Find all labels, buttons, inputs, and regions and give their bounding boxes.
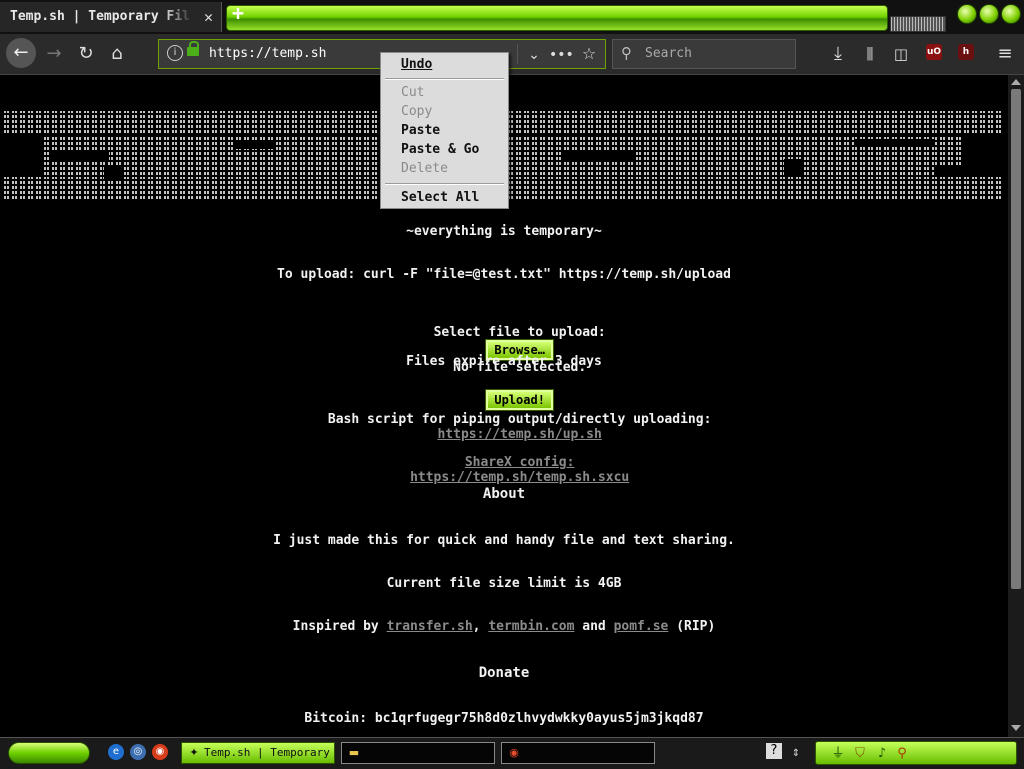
menu-item-paste-go[interactable]: Paste & Go <box>401 142 479 157</box>
tab-bar: Temp.sh | Temporary File Sharing ✕ + <box>0 0 1024 34</box>
transfer-sh-link[interactable]: transfer.sh <box>387 619 473 634</box>
termbin-link[interactable]: termbin.com <box>488 619 574 634</box>
bitcoin-address: Bitcoin: bc1qrfugegr75h8d0zlhvydwkky0ayu… <box>304 711 704 726</box>
inspired-suffix: (RIP) <box>676 619 716 634</box>
sharex-config-link[interactable]: https://temp.sh/temp.sh.sxcu <box>410 470 629 485</box>
task-label: Temp.sh | Temporary File Sharing <box>204 746 334 759</box>
menu-item-delete[interactable]: Delete <box>401 161 448 176</box>
menu-item-undo[interactable]: Undo <box>401 57 432 72</box>
library-icon[interactable]: ⫼ <box>858 42 882 66</box>
help-icon[interactable]: ? <box>766 743 782 759</box>
new-tab-icon[interactable]: + <box>232 1 244 25</box>
url-separator <box>517 44 518 64</box>
tab-strip-bar <box>226 5 888 31</box>
page-actions-icon[interactable]: ••• <box>549 43 574 67</box>
inspired-prefix: Inspired by <box>292 619 379 634</box>
menu-separator <box>385 78 504 80</box>
taskbar-task-chrome[interactable]: ◉ <box>501 742 655 764</box>
menu-item-cut[interactable]: Cut <box>401 85 424 100</box>
url-text[interactable]: https://temp.sh <box>209 46 326 61</box>
menu-icon[interactable]: ≡ <box>993 42 1017 66</box>
select-file-label: Select file to upload: <box>433 325 606 340</box>
sharex-label-link[interactable]: ShareX config: <box>465 455 575 470</box>
close-tab-icon[interactable]: ✕ <box>204 8 213 26</box>
close-window-button[interactable] <box>1001 4 1021 24</box>
navigation-toolbar: ← → ↻ ⌂ i https://temp.sh ⌄ ••• ☆ ⚲ Sear… <box>0 34 1024 75</box>
scroll-down-icon[interactable] <box>1011 725 1021 731</box>
pomf-link[interactable]: pomf.se <box>614 619 669 634</box>
search-placeholder: Search <box>645 46 692 61</box>
scrollbar-thumb[interactable] <box>1011 89 1021 589</box>
forward-icon[interactable]: → <box>42 42 66 66</box>
window-grip[interactable] <box>890 16 946 32</box>
info-icon[interactable]: i <box>167 45 183 61</box>
start-button[interactable] <box>8 742 90 764</box>
taskbar-task-firefox[interactable]: ✦ Temp.sh | Temporary File Sharing <box>181 742 335 764</box>
vertical-scrollbar[interactable] <box>1008 75 1024 737</box>
firefox-task-icon: ✦ <box>189 746 199 759</box>
menu-separator <box>385 183 504 185</box>
extension-icon[interactable]: h <box>958 44 974 60</box>
ublock-icon[interactable]: uO <box>926 44 942 60</box>
sidebar-icon[interactable]: ◫ <box>889 42 913 66</box>
search-tray-icon[interactable]: ⚲ <box>890 742 914 766</box>
inspired-and: and <box>582 619 606 634</box>
bookmark-star-icon[interactable]: ☆ <box>577 42 601 66</box>
search-input[interactable]: ⚲ Search <box>612 39 796 69</box>
donate-heading: Donate <box>478 665 530 681</box>
home-icon[interactable]: ⌂ <box>105 42 129 66</box>
about-heading: About <box>482 486 526 502</box>
search-icon: ⚲ <box>621 44 632 62</box>
about-text: I just made this for quick and handy fil… <box>273 533 735 548</box>
minimize-button[interactable] <box>957 4 977 24</box>
download-icon[interactable]: ⤓ <box>826 42 850 66</box>
scroll-up-icon[interactable] <box>1011 79 1021 85</box>
tab-active[interactable]: Temp.sh | Temporary File Sharing ✕ <box>0 2 222 32</box>
shield-icon[interactable]: ⛉ <box>848 742 872 766</box>
size-limit-text: Current file size limit is 4GB <box>386 576 622 591</box>
tab-fade <box>163 2 193 32</box>
context-menu: Undo Cut Copy Paste Paste & Go Delete Se… <box>380 52 509 209</box>
bash-label: Bash script for piping output/directly u… <box>327 412 712 427</box>
inspired-line: Inspired by transfer.sh, termbin.com and… <box>0 619 1008 634</box>
chrome-task-icon: ◉ <box>509 746 519 759</box>
network-icon[interactable]: ⏚ <box>826 742 850 766</box>
lock-icon[interactable] <box>187 41 199 56</box>
menu-item-copy[interactable]: Copy <box>401 104 432 119</box>
taskbar-task-folder[interactable]: ▬ <box>341 742 495 764</box>
scroll-arrows-icon[interactable]: ⇕ <box>790 742 802 766</box>
maximize-button[interactable] <box>979 4 999 24</box>
dropdown-icon[interactable]: ⌄ <box>522 43 546 67</box>
expire-text: Files expire after 3 days <box>406 354 602 369</box>
menu-item-paste[interactable]: Paste <box>401 123 440 138</box>
menu-item-select-all[interactable]: Select All <box>401 190 479 205</box>
back-icon[interactable]: ← <box>6 38 36 68</box>
system-tray: ⏚ ⛉ ♪ ⚲ <box>815 741 1017 765</box>
tagline: ~everything is temporary~ <box>406 224 602 239</box>
ie-icon[interactable]: e <box>108 744 124 760</box>
inspired-comma: , <box>472 619 481 634</box>
upload-command: To upload: curl -F "file=@test.txt" http… <box>277 267 731 282</box>
reload-icon[interactable]: ↻ <box>74 42 98 66</box>
chrome-icon[interactable]: ◉ <box>152 744 168 760</box>
taskbar: e ◎ ◉ ✦ Temp.sh | Temporary File Sharing… <box>0 737 1024 769</box>
folder-icon: ▬ <box>348 746 360 759</box>
explorer-icon[interactable]: ◎ <box>130 744 146 760</box>
